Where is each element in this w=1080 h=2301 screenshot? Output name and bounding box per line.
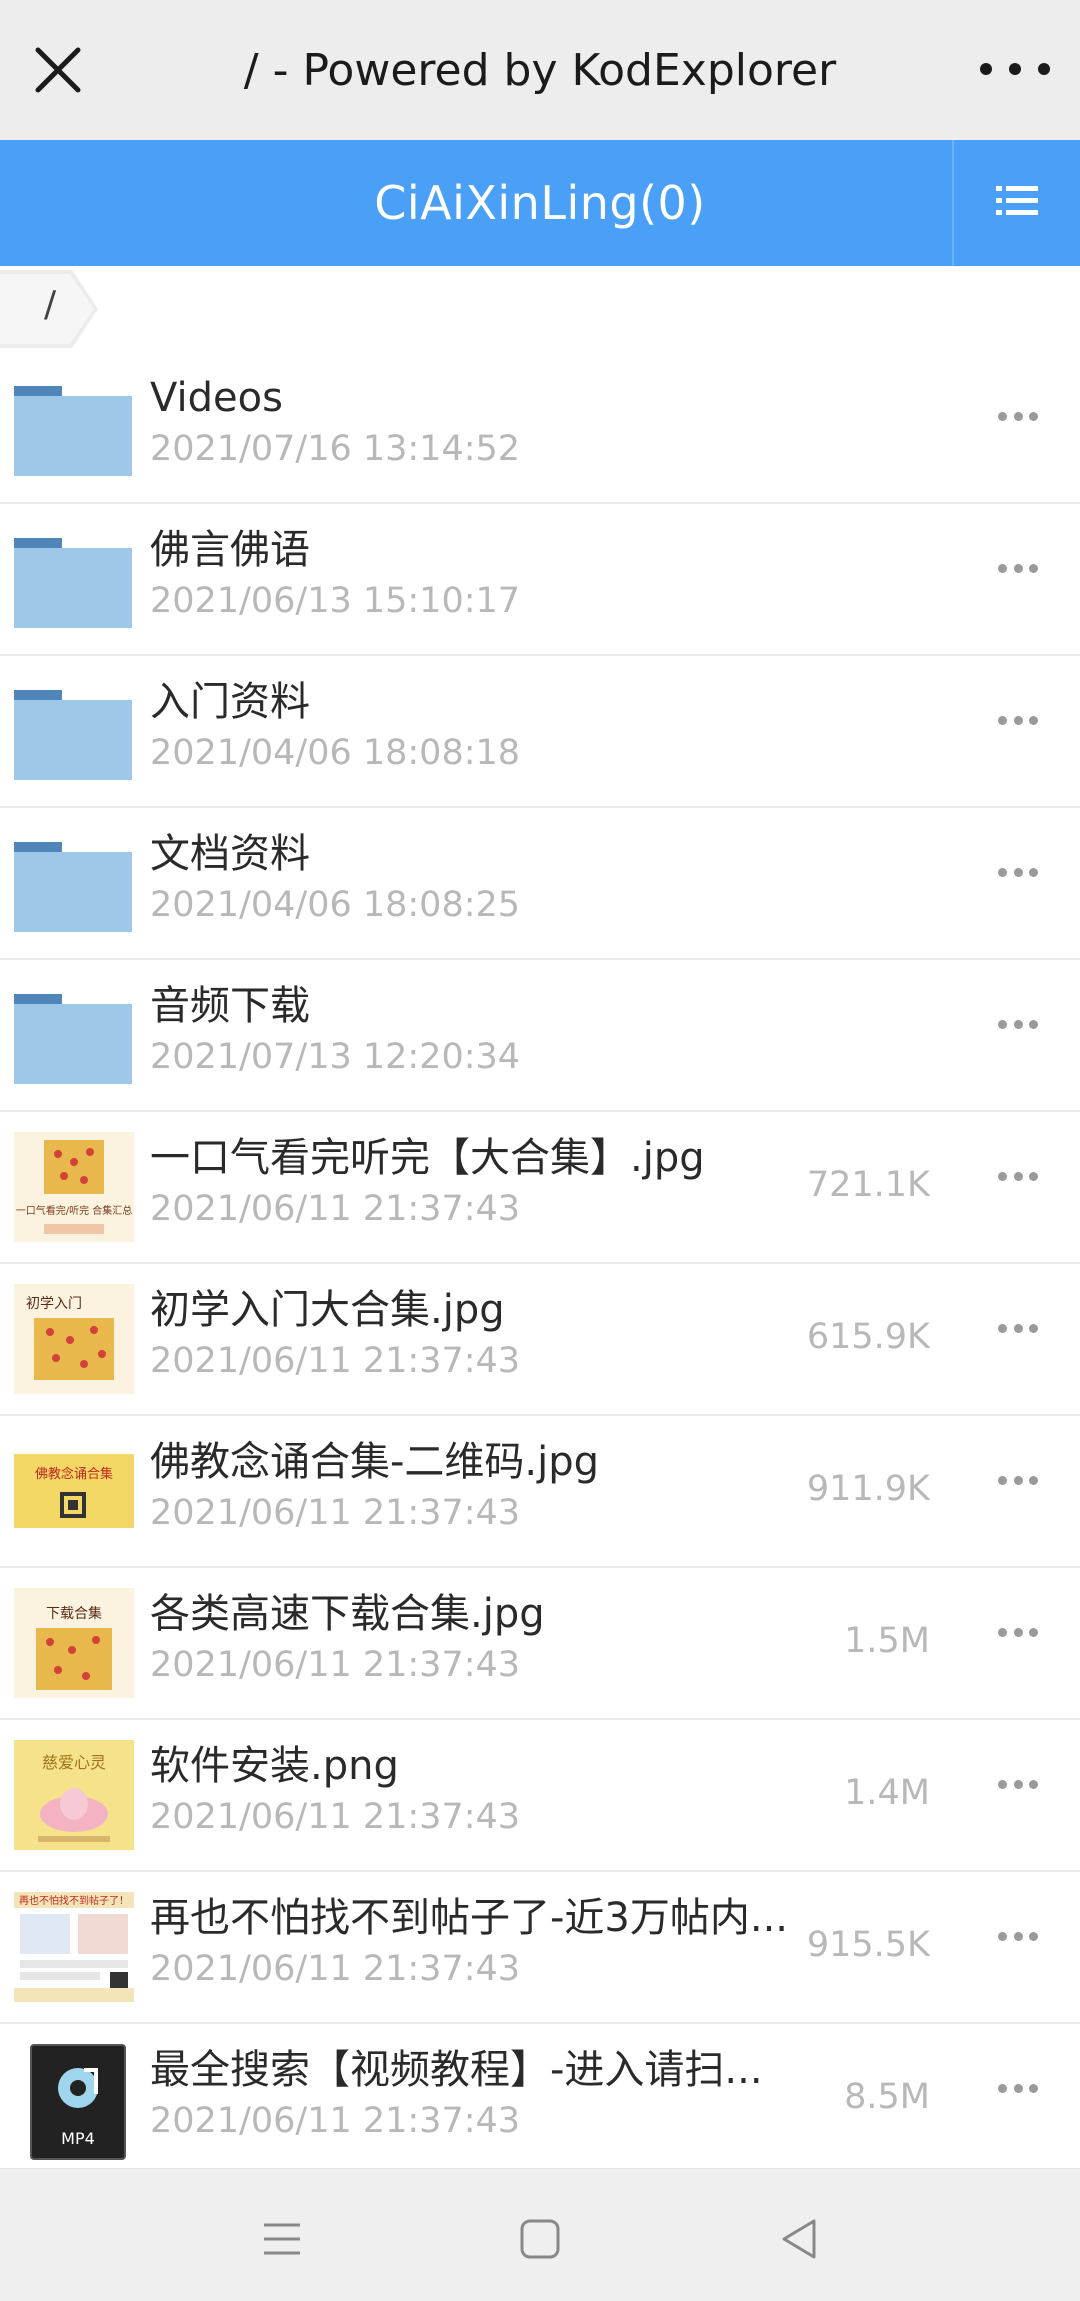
breadcrumb-path: / xyxy=(44,284,57,325)
account-title: CiAiXinLing(0) xyxy=(374,176,706,230)
file-size: 615.9K xyxy=(806,1317,930,1357)
system-navigation-bar xyxy=(0,2168,1080,2301)
breadcrumb-root[interactable]: / xyxy=(0,270,100,348)
file-size: 915.5K xyxy=(806,1925,930,1965)
item-more-icon[interactable] xyxy=(998,2080,1038,2096)
image-thumbnail: 下载合集 xyxy=(14,1588,134,1698)
image-thumbnail: 初学入门 xyxy=(14,1284,134,1394)
file-date: 2021/06/11 21:37:43 xyxy=(150,1189,521,1229)
list-item[interactable]: 初学入门 初学入门大合集.jpg 2021/06/11 21:37:43 615… xyxy=(0,1264,1080,1416)
thumb-caption: 初学入门 xyxy=(26,1295,82,1312)
item-more-icon[interactable] xyxy=(998,1928,1038,1944)
file-name: Videos xyxy=(150,375,283,421)
list-item[interactable]: MP4 最全搜索【视频教程】-进入请扫... 2021/06/11 21:37:… xyxy=(0,2024,1080,2176)
image-thumbnail: 慈爱心灵 xyxy=(14,1740,134,1850)
list-item[interactable]: 一口气看完/听完 合集汇总 一口气看完听完【大合集】.jpg 2021/06/1… xyxy=(0,1112,1080,1264)
thumb-caption: 佛教念诵合集 xyxy=(35,1466,113,1482)
file-name: 各类高速下载合集.jpg xyxy=(150,1591,545,1637)
breadcrumb: / xyxy=(0,266,1080,354)
file-name: 音频下载 xyxy=(150,983,310,1029)
list-item[interactable]: 入门资料 2021/04/06 18:08:18 xyxy=(0,656,1080,808)
item-more-icon[interactable] xyxy=(998,712,1038,728)
file-name: 佛言佛语 xyxy=(150,527,310,573)
close-icon[interactable] xyxy=(28,40,88,100)
file-date: 2021/06/11 21:37:43 xyxy=(150,2101,521,2141)
list-item[interactable]: 慈爱心灵 软件安装.png 2021/06/11 21:37:43 1.4M xyxy=(0,1720,1080,1872)
list-item[interactable]: 佛言佛语 2021/06/13 15:10:17 xyxy=(0,504,1080,656)
file-date: 2021/07/16 13:14:52 xyxy=(150,429,521,469)
file-name: 最全搜索【视频教程】-进入请扫... xyxy=(150,2047,763,2093)
folder-icon xyxy=(14,524,134,634)
item-more-icon[interactable] xyxy=(998,1472,1038,1488)
file-name: 佛教念诵合集-二维码.jpg xyxy=(150,1439,600,1485)
item-more-icon[interactable] xyxy=(998,1624,1038,1640)
list-item[interactable]: 音频下载 2021/07/13 12:20:34 xyxy=(0,960,1080,1112)
video-format-label: MP4 xyxy=(61,2129,95,2148)
browser-title-bar: / - Powered by KodExplorer xyxy=(0,0,1080,140)
file-size: 1.4M xyxy=(844,1773,930,1813)
file-name: 一口气看完听完【大合集】.jpg xyxy=(150,1135,705,1181)
file-date: 2021/06/13 15:10:17 xyxy=(150,581,521,621)
list-item[interactable]: Videos 2021/07/16 13:14:52 xyxy=(0,352,1080,504)
list-item[interactable]: 佛教念诵合集 佛教念诵合集-二维码.jpg 2021/06/11 21:37:4… xyxy=(0,1416,1080,1568)
file-name: 文档资料 xyxy=(150,831,310,877)
file-date: 2021/07/13 12:20:34 xyxy=(150,1037,521,1077)
file-size: 911.9K xyxy=(806,1469,930,1509)
thumb-caption: 慈爱心灵 xyxy=(42,1753,106,1772)
menu-icon[interactable] xyxy=(252,2209,312,2269)
page-title: / - Powered by KodExplorer xyxy=(243,44,837,96)
file-date: 2021/04/06 18:08:25 xyxy=(150,885,521,925)
folder-icon xyxy=(14,980,134,1090)
image-thumbnail: 佛教念诵合集 xyxy=(14,1436,134,1546)
item-more-icon[interactable] xyxy=(998,1776,1038,1792)
file-size: 8.5M xyxy=(844,2077,930,2117)
image-thumbnail: 再也不怕找不到帖子了！ xyxy=(14,1892,134,2002)
more-options-icon[interactable] xyxy=(980,44,1050,94)
file-date: 2021/06/11 21:37:43 xyxy=(150,1797,521,1837)
back-triangle-icon[interactable] xyxy=(770,2209,830,2269)
file-name: 初学入门大合集.jpg xyxy=(150,1287,505,1333)
folder-icon xyxy=(14,372,134,482)
list-item[interactable]: 再也不怕找不到帖子了！ 再也不怕找不到帖子了-近3万帖内... 2021/06/… xyxy=(0,1872,1080,2024)
thumb-caption: 再也不怕找不到帖子了！ xyxy=(19,1894,129,1907)
thumb-caption: 下载合集 xyxy=(46,1605,102,1622)
file-list: Videos 2021/07/16 13:14:52 佛言佛语 2021/06/… xyxy=(0,352,1080,2176)
item-more-icon[interactable] xyxy=(998,560,1038,576)
list-item[interactable]: 下载合集 各类高速下载合集.jpg 2021/06/11 21:37:43 1.… xyxy=(0,1568,1080,1720)
file-date: 2021/06/11 21:37:43 xyxy=(150,1645,521,1685)
video-file-icon: MP4 xyxy=(14,2044,134,2160)
list-icon[interactable] xyxy=(954,140,1080,266)
item-more-icon[interactable] xyxy=(998,408,1038,424)
item-more-icon[interactable] xyxy=(998,864,1038,880)
file-date: 2021/06/11 21:37:43 xyxy=(150,1949,521,1989)
file-date: 2021/04/06 18:08:18 xyxy=(150,733,521,773)
image-thumbnail: 一口气看完/听完 合集汇总 xyxy=(14,1132,134,1242)
file-name: 再也不怕找不到帖子了-近3万帖内... xyxy=(150,1895,789,1941)
file-date: 2021/06/11 21:37:43 xyxy=(150,1493,521,1533)
thumb-caption: 一口气看完/听完 合集汇总 xyxy=(16,1204,133,1217)
file-size: 1.5M xyxy=(844,1621,930,1661)
list-item[interactable]: 文档资料 2021/04/06 18:08:25 xyxy=(0,808,1080,960)
home-square-icon[interactable] xyxy=(510,2209,570,2269)
folder-icon xyxy=(14,828,134,938)
file-name: 软件安装.png xyxy=(150,1743,399,1789)
app-header: CiAiXinLing(0) xyxy=(0,140,1080,266)
file-name: 入门资料 xyxy=(150,679,310,725)
item-more-icon[interactable] xyxy=(998,1168,1038,1184)
item-more-icon[interactable] xyxy=(998,1320,1038,1336)
item-more-icon[interactable] xyxy=(998,1016,1038,1032)
folder-icon xyxy=(14,676,134,786)
file-date: 2021/06/11 21:37:43 xyxy=(150,1341,521,1381)
file-size: 721.1K xyxy=(806,1165,930,1205)
